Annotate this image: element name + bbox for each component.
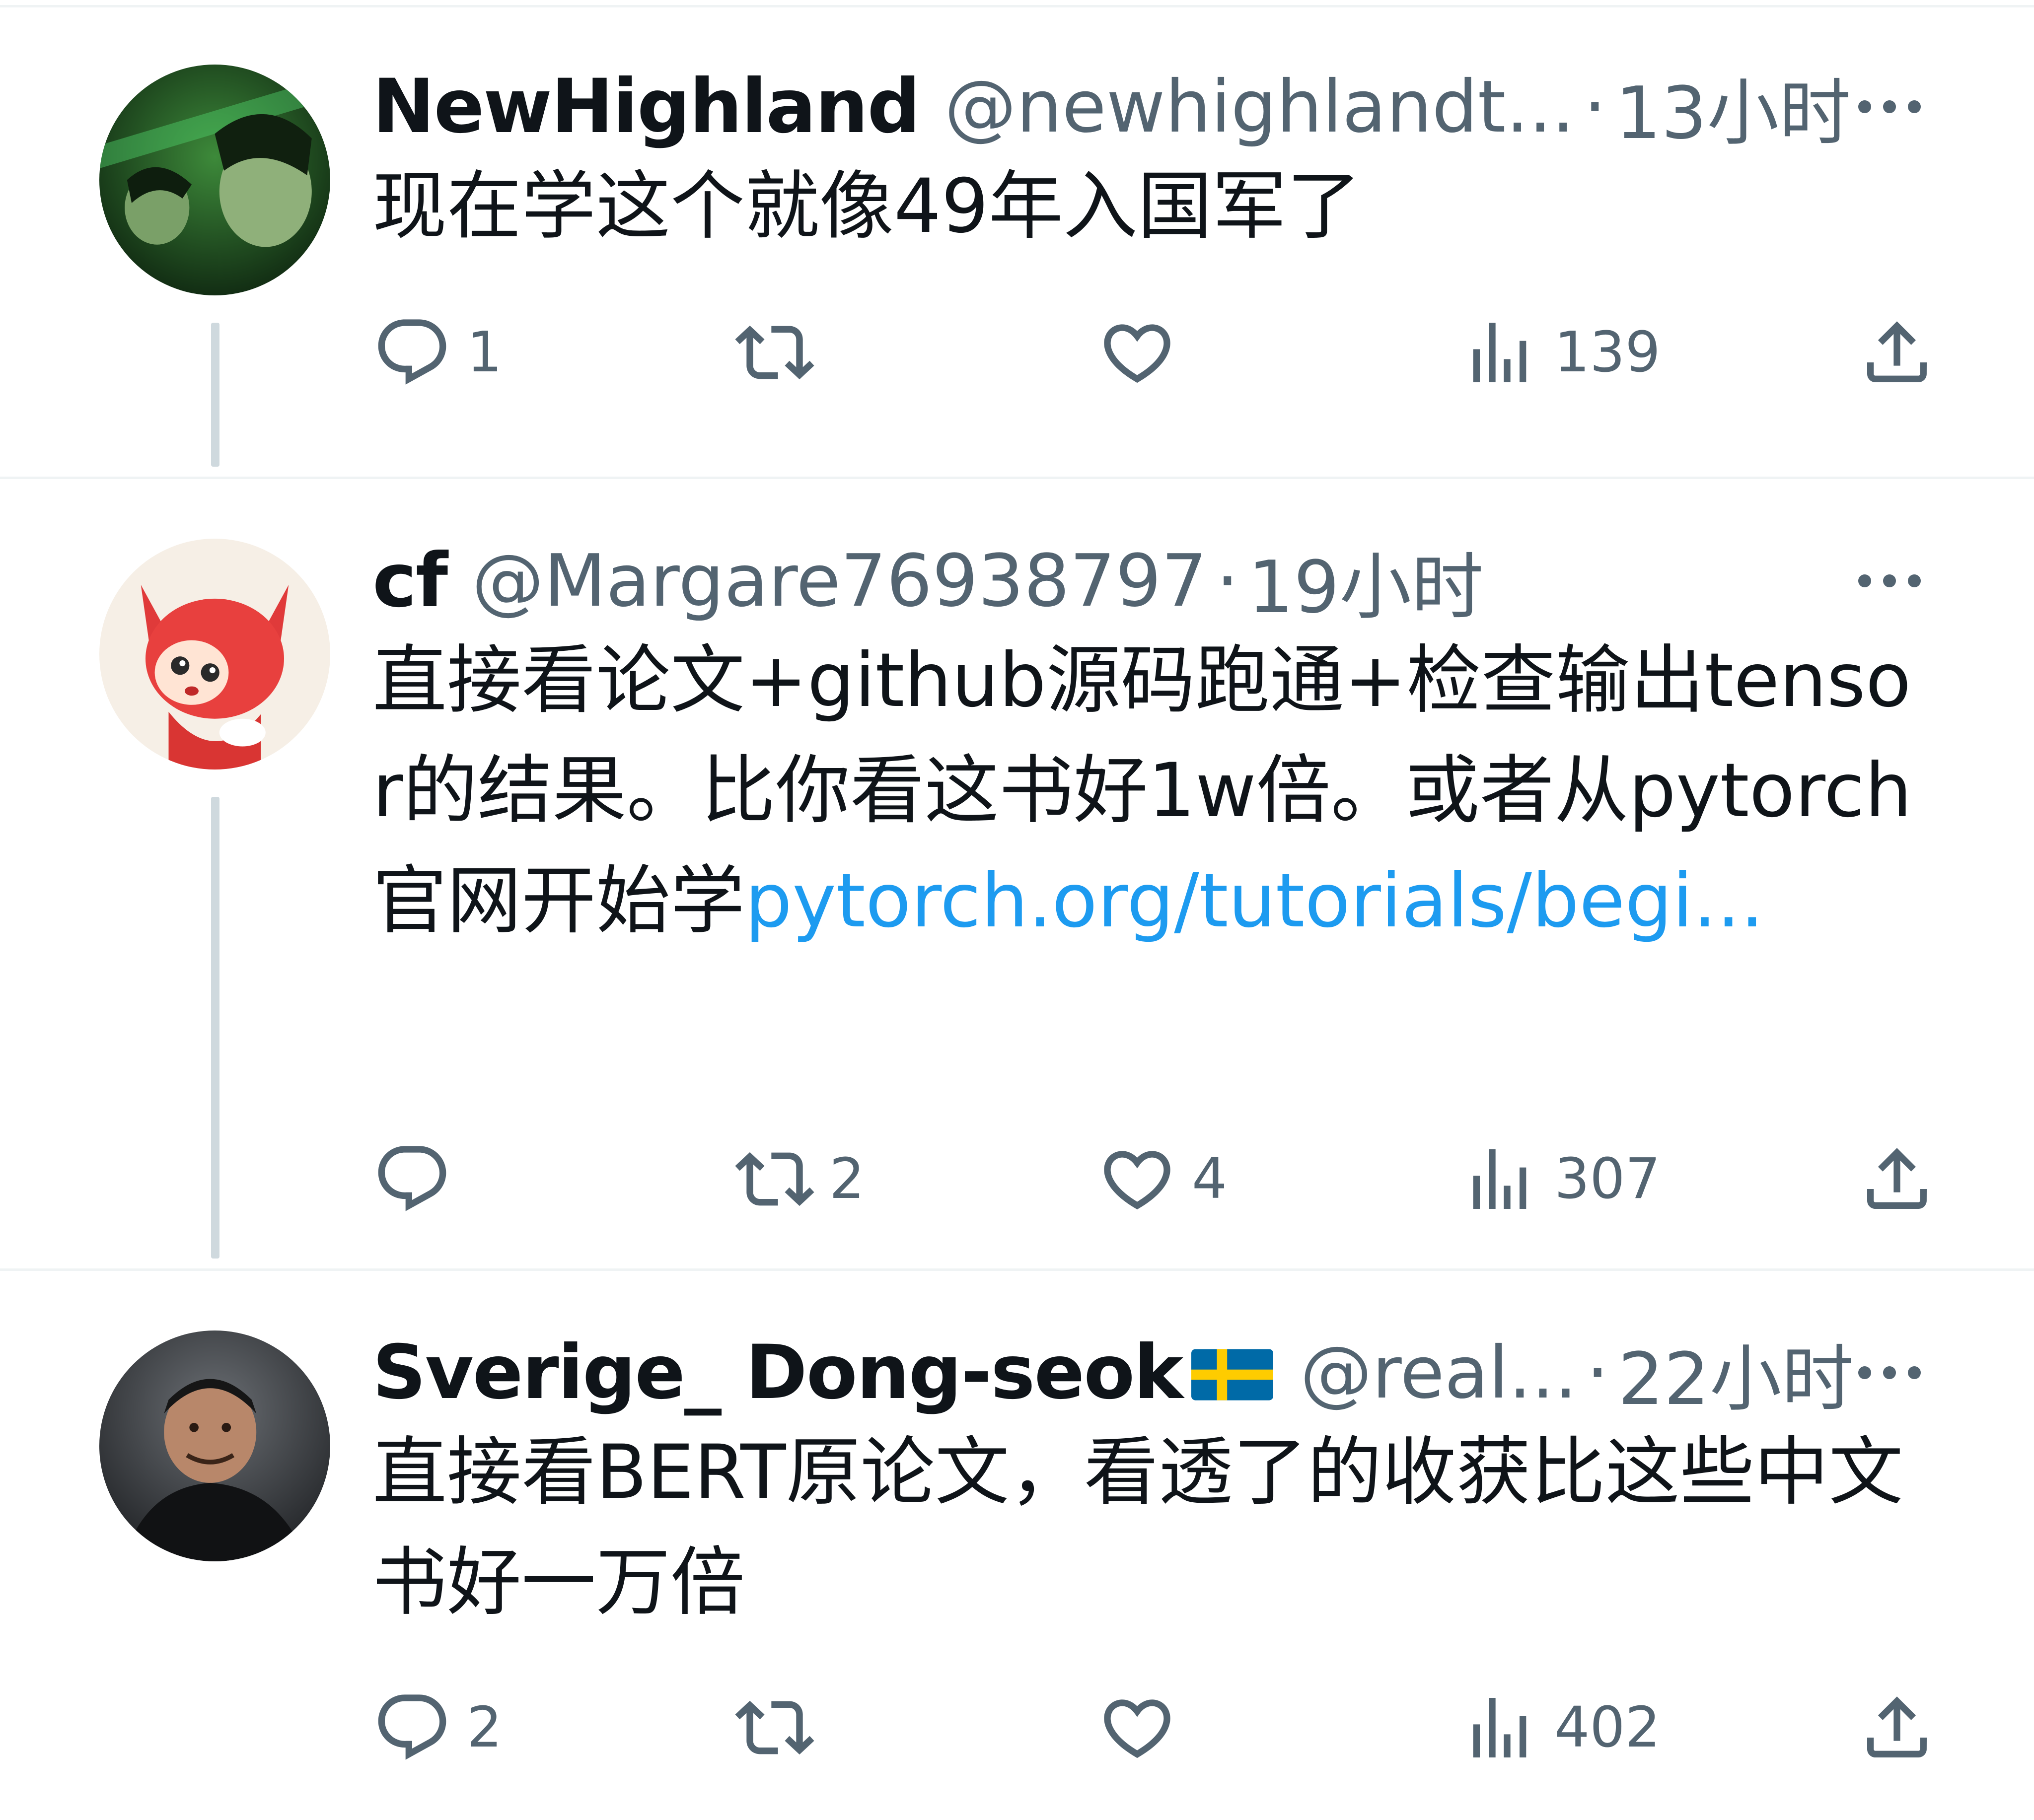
view-count: 139: [1554, 320, 1661, 385]
tweet-2[interactable]: cf @Margare76938797 · 19小时 直接看论文+github源…: [0, 538, 2034, 1268]
reply-bubble-icon: [372, 1139, 452, 1219]
retweet-count: 2: [829, 1147, 865, 1211]
views-bar-chart-icon: [1460, 1688, 1539, 1767]
retweet-button[interactable]: [735, 310, 829, 395]
avatar[interactable]: [99, 1330, 330, 1561]
timestamp[interactable]: 13小时: [1615, 55, 1851, 159]
reply-button[interactable]: [372, 1137, 467, 1221]
tweet-divider: [0, 1268, 2034, 1271]
tweet-text: 直接看BERT原论文，看透了的收获比这些中文书好一万倍: [372, 1417, 1937, 1638]
view-count: 307: [1554, 1147, 1661, 1211]
like-count: 4: [1192, 1147, 1228, 1211]
retweet-icon: [735, 1139, 814, 1219]
separator-dot: ·: [1586, 1330, 1609, 1415]
heart-icon: [1097, 1688, 1177, 1767]
top-divider: [0, 5, 2034, 7]
thread-line: [211, 797, 219, 1259]
reply-bubble-icon: [372, 313, 452, 392]
action-bar: 2 4 307: [372, 1137, 1937, 1221]
tweet-header: cf @Margare76938797 · 19小时: [372, 538, 1483, 630]
reply-button[interactable]: 2: [372, 1685, 502, 1770]
user-handle[interactable]: @newhighlandt...: [944, 65, 1575, 149]
retweet-button[interactable]: [735, 1685, 829, 1770]
timestamp[interactable]: 19小时: [1248, 529, 1484, 633]
action-bar: 2 402: [372, 1685, 1937, 1770]
share-upload-icon: [1857, 1139, 1937, 1219]
sweden-flag-icon: [1191, 1349, 1274, 1400]
thread-line: [211, 323, 219, 467]
reply-count: 1: [467, 320, 503, 385]
like-button[interactable]: [1097, 310, 1192, 395]
like-button[interactable]: 4: [1097, 1137, 1227, 1221]
avatar-image: [99, 539, 330, 770]
retweet-icon: [735, 1688, 814, 1767]
tweet-text: 直接看论文+github源码跑通+检查输出tensor的结果。比你看这书好1w倍…: [372, 626, 1937, 956]
heart-icon: [1097, 1139, 1177, 1219]
reply-button[interactable]: 1: [372, 310, 502, 395]
views-bar-chart-icon: [1460, 313, 1539, 392]
more-horizontal-icon: [1855, 1350, 1924, 1395]
more-options-button[interactable]: [1855, 1350, 1924, 1395]
heart-icon: [1097, 313, 1177, 392]
more-horizontal-icon: [1855, 84, 1924, 129]
views-button[interactable]: 139: [1460, 310, 1661, 395]
views-button[interactable]: 402: [1460, 1685, 1661, 1770]
tweet-text-content: 现在学这个就像49年入国军了: [372, 163, 1361, 250]
timestamp[interactable]: 22小时: [1618, 1321, 1854, 1425]
share-upload-icon: [1857, 1688, 1937, 1767]
views-bar-chart-icon: [1460, 1139, 1539, 1219]
tweet-header: Sverige_ Dong-seok @real... · 22小时: [372, 1330, 1854, 1421]
more-options-button[interactable]: [1855, 84, 1924, 129]
tweet-header: NewHighland @newhighlandt... · 13小时: [372, 64, 1851, 155]
avatar-image: [99, 1330, 330, 1561]
tweet-link[interactable]: pytorch.org/tutorials/begi...: [745, 858, 1764, 944]
user-handle[interactable]: @Margare76938797: [472, 539, 1207, 623]
display-name[interactable]: cf: [372, 538, 448, 624]
more-horizontal-icon: [1855, 559, 1924, 603]
tweet-text-content: 直接看BERT原论文，看透了的收获比这些中文书好一万倍: [372, 1429, 1903, 1626]
share-button[interactable]: [1857, 1685, 1937, 1770]
share-button[interactable]: [1857, 1137, 1937, 1221]
more-options-button[interactable]: [1855, 559, 1924, 603]
action-bar: 1 139: [372, 310, 1937, 395]
retweet-icon: [735, 313, 814, 392]
view-count: 402: [1554, 1695, 1661, 1760]
avatar[interactable]: [99, 65, 330, 295]
like-button[interactable]: [1097, 1685, 1192, 1770]
tweet-1[interactable]: NewHighland @newhighlandt... · 13小时 现在学这…: [0, 64, 2034, 477]
tweet-3[interactable]: Sverige_ Dong-seok @real... · 22小时 直接看BE…: [0, 1330, 2034, 1777]
avatar[interactable]: [99, 539, 330, 770]
reply-count: 2: [467, 1695, 503, 1760]
retweet-button[interactable]: 2: [735, 1137, 865, 1221]
share-button[interactable]: [1857, 310, 1937, 395]
display-name[interactable]: Sverige_ Dong-seok: [372, 1330, 1183, 1416]
separator-dot: ·: [1583, 65, 1606, 149]
separator-dot: ·: [1216, 539, 1239, 623]
tweet-text: 现在学这个就像49年入国军了: [372, 151, 1937, 262]
tweet-divider: [0, 477, 2034, 479]
avatar-image: [99, 65, 330, 295]
user-handle[interactable]: @real...: [1300, 1331, 1577, 1415]
reply-bubble-icon: [372, 1688, 452, 1767]
views-button[interactable]: 307: [1460, 1137, 1661, 1221]
display-name[interactable]: NewHighland: [372, 64, 921, 150]
share-upload-icon: [1857, 313, 1937, 392]
